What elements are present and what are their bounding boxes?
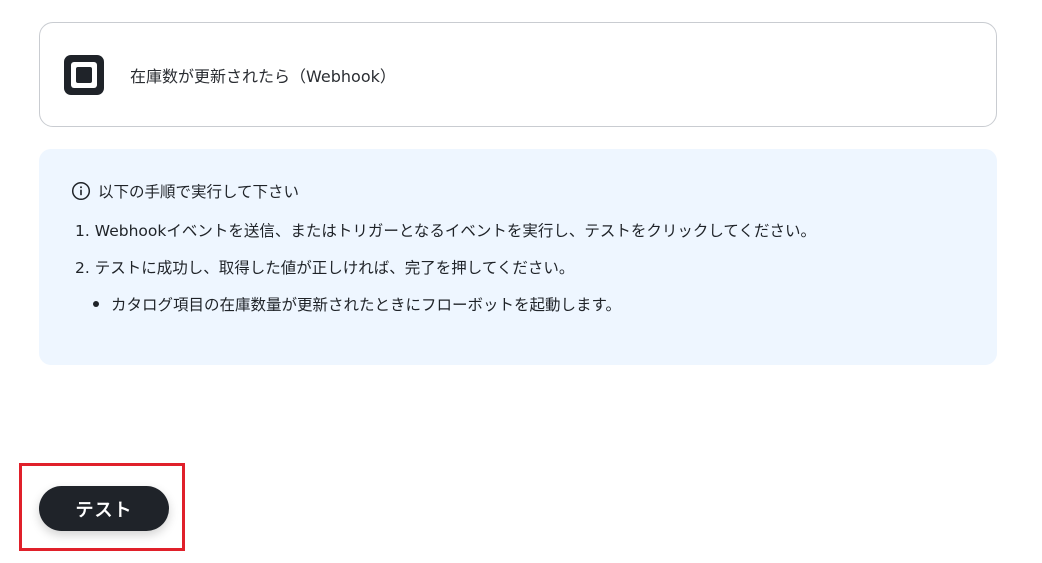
instruction-step-1: 1. Webhookイベントを送信、またはトリガーとなるイベントを実行し、テストを…	[75, 219, 816, 241]
step-number: 1.	[75, 222, 90, 240]
instructions-box: 以下の手順で実行して下さい 1. Webhookイベントを送信、またはトリガーとな…	[39, 149, 997, 365]
instruction-note: カタログ項目の在庫数量が更新されたときにフローボットを起動します。	[93, 293, 621, 315]
instructions-heading: 以下の手順で実行して下さい	[98, 183, 300, 201]
square-logo-icon	[64, 54, 104, 95]
page: 在庫数が更新されたら（Webhook） 以下の手順で実行して下さい 1. Webh…	[0, 0, 1042, 563]
instructions-header: 以下の手順で実行して下さい	[71, 180, 299, 202]
note-text: カタログ項目の在庫数量が更新されたときにフローボットを起動します。	[111, 296, 621, 314]
trigger-label: 在庫数が更新されたら（Webhook）	[130, 66, 396, 86]
step-text: テストに成功し、取得した値が正しければ、完了を押してください。	[94, 259, 575, 277]
step-text: Webhookイベントを送信、またはトリガーとなるイベントを実行し、テストをクリ…	[94, 222, 816, 240]
test-button[interactable]: テスト	[39, 486, 169, 531]
info-circle-icon	[71, 181, 91, 201]
bullet-dot	[93, 301, 99, 307]
step-number: 2.	[75, 259, 90, 277]
instruction-step-2: 2. テストに成功し、取得した値が正しければ、完了を押してください。	[75, 256, 574, 278]
trigger-card[interactable]: 在庫数が更新されたら（Webhook）	[39, 22, 997, 127]
